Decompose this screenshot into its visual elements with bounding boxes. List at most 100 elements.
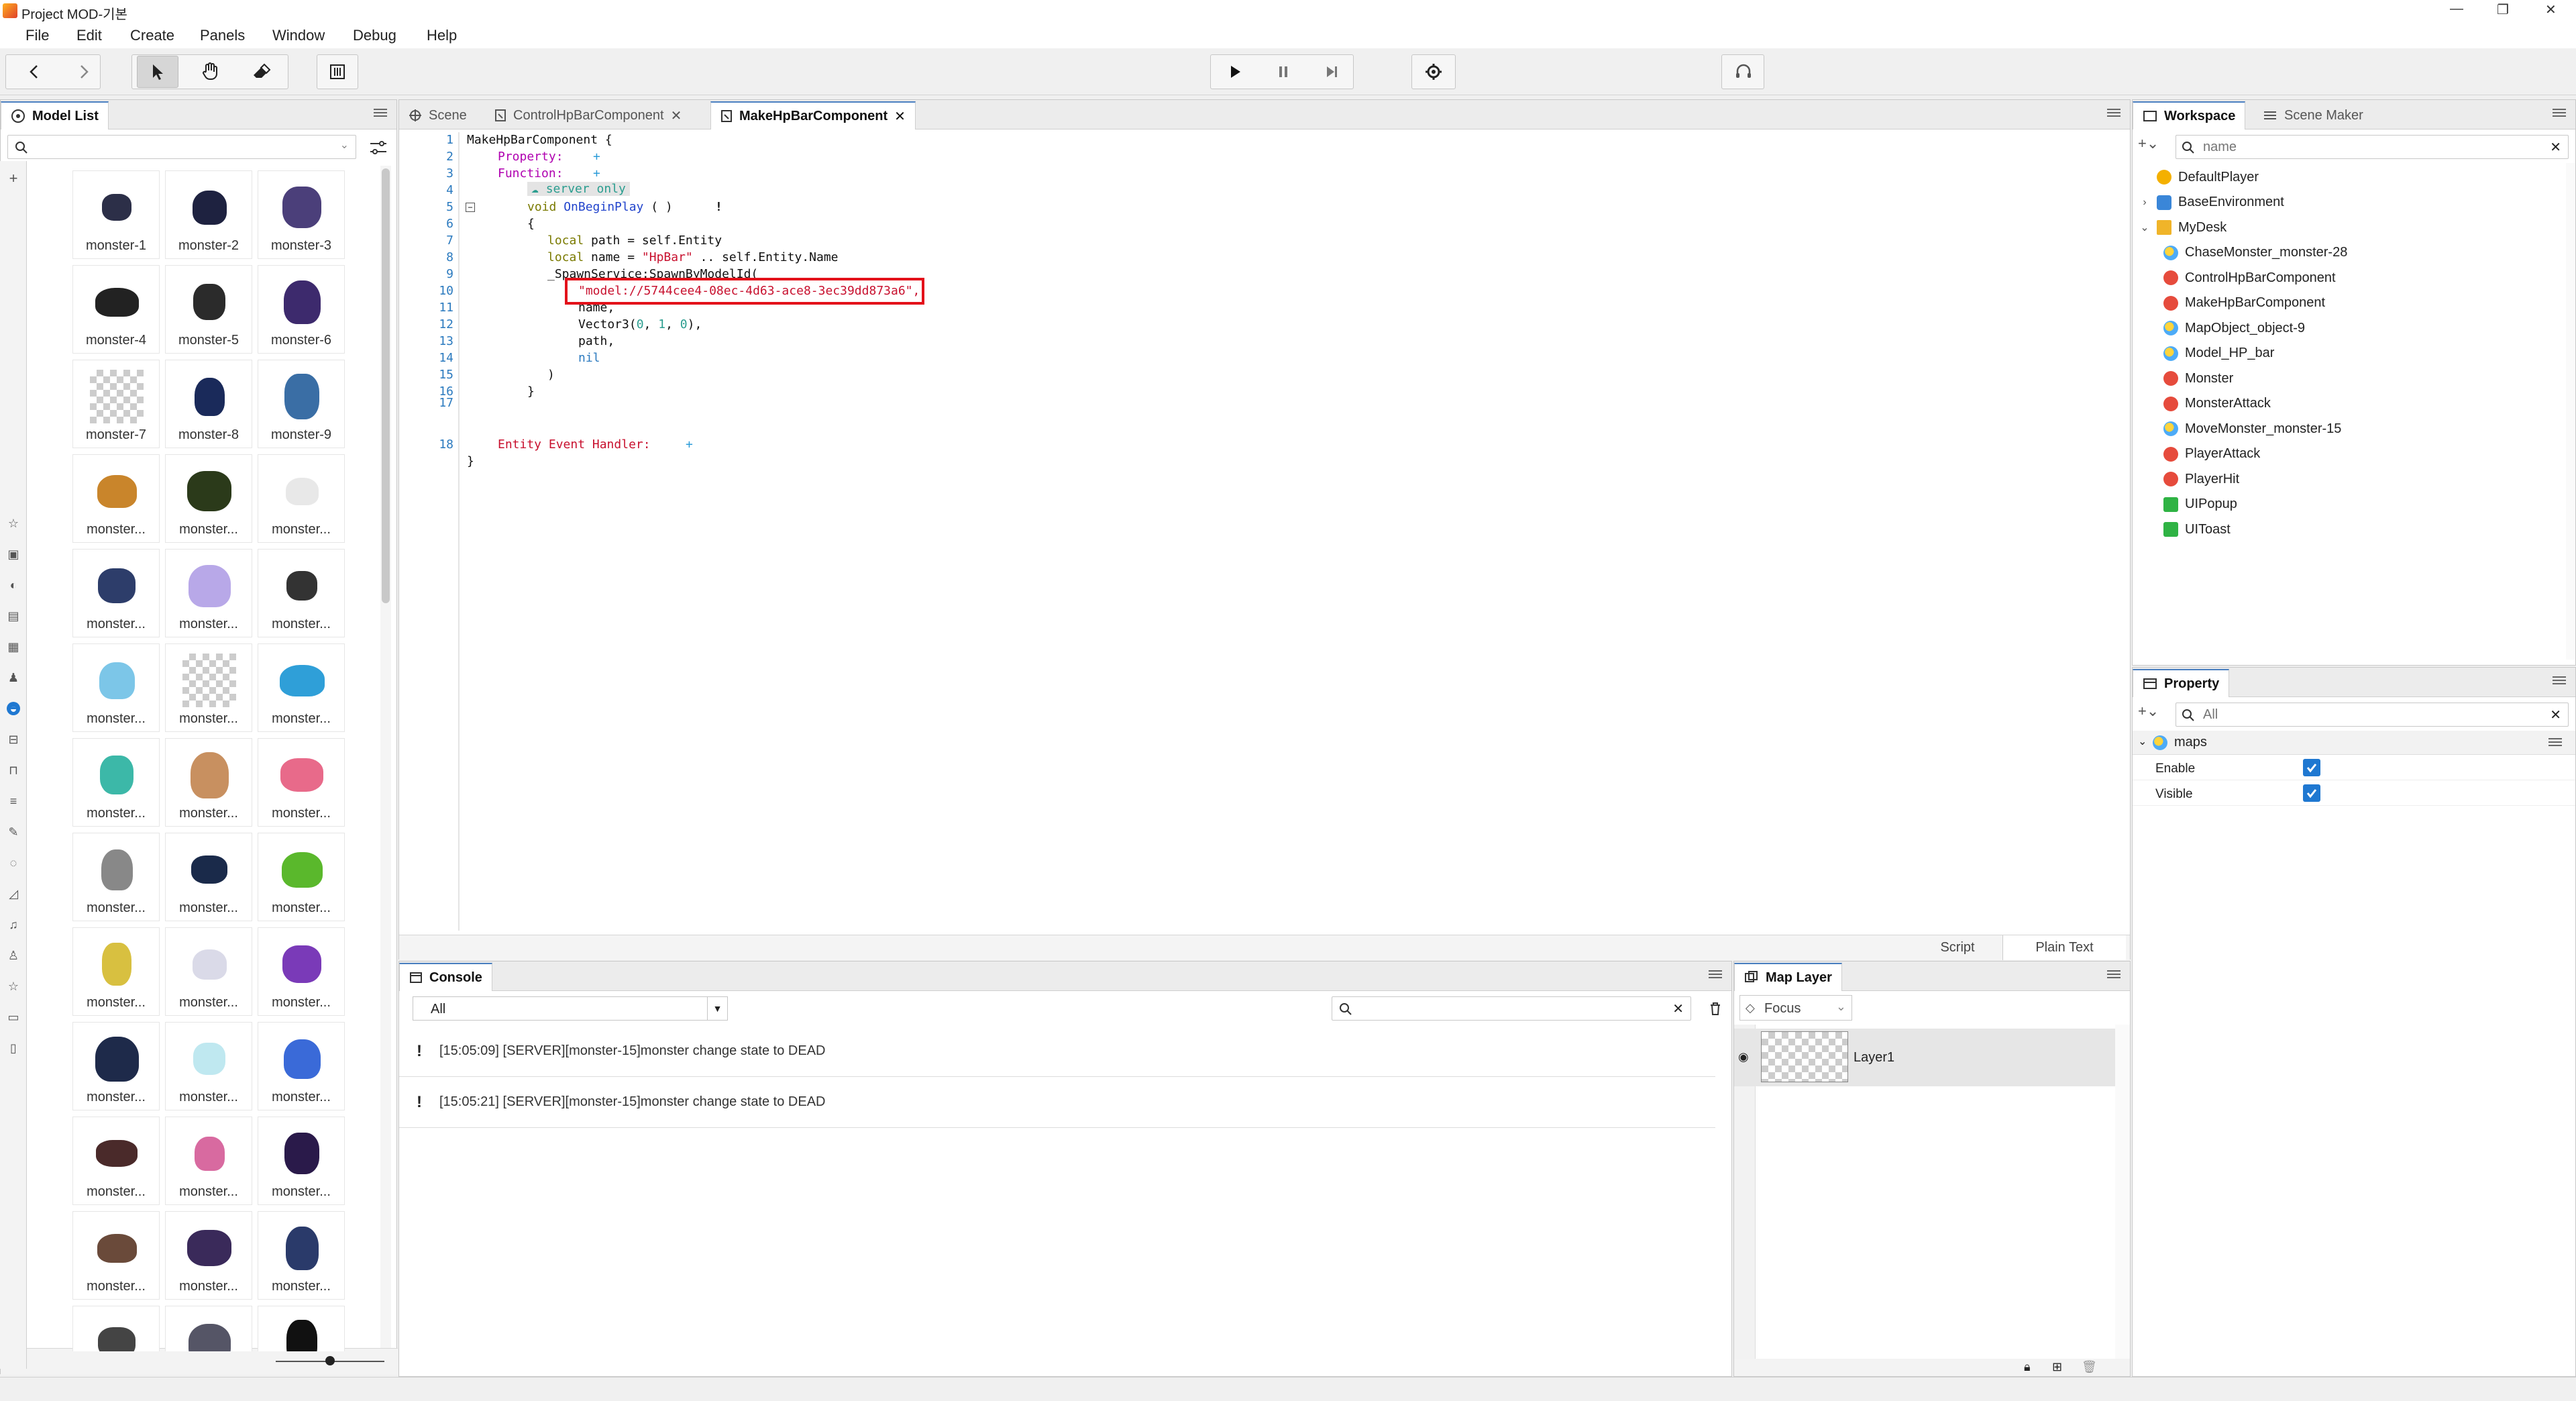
vehicle-icon[interactable]: ⊟	[7, 733, 20, 746]
model-item[interactable]: monster...	[165, 738, 252, 827]
select-tool-button[interactable]	[137, 56, 178, 88]
model-item[interactable]: monster...	[258, 833, 345, 921]
tab-controlhpbarcomponent[interactable]: ControlHpBarComponent ✕	[485, 101, 691, 129]
model-item[interactable]: monster...	[258, 1022, 345, 1110]
clear-search-icon[interactable]: ✕	[2550, 707, 2561, 723]
add-icon[interactable]: +	[7, 171, 20, 186]
model-search-box[interactable]: ⌄	[7, 135, 356, 159]
console-search-box[interactable]: ✕	[1332, 996, 1691, 1021]
console-search-input[interactable]	[1332, 997, 1690, 1020]
filter-settings-icon[interactable]	[368, 138, 388, 158]
model-item[interactable]: monster...	[165, 833, 252, 921]
add-event-handler-button[interactable]: +	[686, 437, 693, 452]
trash-icon[interactable]	[1707, 1000, 1723, 1017]
model-item[interactable]: monster...	[165, 1117, 252, 1205]
character-icon[interactable]: ♙	[7, 949, 20, 962]
tree-item[interactable]: MapObject_object-9	[2163, 317, 2305, 340]
add-layer-icon[interactable]: ⊞	[2052, 1360, 2062, 1374]
model-search-input[interactable]	[8, 136, 356, 158]
npc-icon[interactable]: ♟	[7, 671, 20, 684]
close-tab-icon[interactable]: ✕	[671, 107, 682, 124]
tree-item[interactable]: Monster	[2163, 367, 2233, 390]
add-component-button[interactable]: +⌄	[2138, 703, 2159, 720]
tab-makehpbarcomponent[interactable]: MakeHpBarComponent ✕	[710, 101, 916, 129]
property-search-input[interactable]	[2176, 703, 2568, 726]
tab-console[interactable]: Console	[399, 963, 492, 991]
forward-button[interactable]	[63, 56, 105, 88]
model-item[interactable]: monster...	[258, 643, 345, 732]
close-icon[interactable]: ✕	[2545, 1, 2557, 18]
add-property-button[interactable]: +	[593, 150, 600, 164]
tree-item[interactable]: ChaseMonster_monster-28	[2163, 242, 2347, 264]
script-mode-tab[interactable]: Script	[1917, 935, 1998, 960]
model-item[interactable]: monster...	[72, 454, 160, 543]
zoom-slider-handle[interactable]	[325, 1356, 335, 1365]
model-item[interactable]	[72, 1306, 160, 1351]
menu-help[interactable]: Help	[427, 27, 457, 44]
tab-property[interactable]: Property	[2133, 669, 2230, 697]
model-item[interactable]: monster...	[165, 1022, 252, 1110]
workspace-scrollbar[interactable]	[2566, 163, 2575, 660]
console-filter-select[interactable]: All ▼	[413, 996, 728, 1021]
editor-menu-icon[interactable]	[2107, 107, 2121, 120]
skill-icon[interactable]: ◿	[7, 887, 20, 900]
model-item[interactable]: monster-4	[72, 265, 160, 354]
model-item[interactable]: monster-1	[72, 170, 160, 259]
model-item[interactable]: monster...	[72, 833, 160, 921]
model-item[interactable]: monster...	[72, 1117, 160, 1205]
sound-icon[interactable]: ♫	[7, 918, 20, 931]
debug-button[interactable]	[1413, 56, 1454, 88]
step-button[interactable]	[1311, 56, 1352, 88]
image-icon[interactable]: ▣	[7, 548, 20, 561]
visible-checkbox[interactable]	[2303, 784, 2320, 802]
focus-select[interactable]: ◇ Focus ⌄	[1739, 995, 1852, 1021]
model-item[interactable]	[165, 1306, 252, 1351]
model-item[interactable]: monster...	[72, 738, 160, 827]
favorite-icon[interactable]: ☆	[7, 517, 20, 530]
item-icon[interactable]: ▭	[7, 1010, 20, 1024]
collaboration-button[interactable]	[1723, 56, 1764, 88]
menu-panels[interactable]: Panels	[200, 27, 245, 44]
property-menu-icon[interactable]	[2553, 674, 2566, 688]
tab-scene-maker[interactable]: Scene Maker	[2253, 101, 2373, 129]
model-item[interactable]: monster...	[72, 549, 160, 637]
model-item[interactable]: monster-7	[72, 360, 160, 448]
tab-map-layer[interactable]: Map Layer	[1734, 963, 1842, 991]
menu-create[interactable]: Create	[130, 27, 174, 44]
workspace-search-box[interactable]: ✕	[2176, 135, 2569, 159]
model-item[interactable]: monster...	[165, 1211, 252, 1300]
model-item[interactable]: monster...	[258, 1117, 345, 1205]
pause-button[interactable]	[1263, 56, 1304, 88]
add-entity-button[interactable]: +⌄	[2138, 135, 2159, 152]
play-button[interactable]	[1214, 56, 1256, 88]
code-area[interactable]: 1 MakeHpBarComponent { 2 Property: + 3 F…	[416, 132, 2127, 933]
group-menu-icon[interactable]	[2548, 736, 2562, 749]
tree-item[interactable]: Model_HP_bar	[2163, 342, 2274, 365]
tree-item[interactable]: ControlHpBarComponent	[2163, 266, 2336, 289]
hand-tool-button[interactable]	[189, 56, 231, 88]
tree-item[interactable]: DefaultPlayer	[2139, 166, 2259, 189]
model-item[interactable]: monster...	[258, 927, 345, 1016]
model-item[interactable]: monster...	[258, 1211, 345, 1300]
tree-item[interactable]: MakeHpBarComponent	[2163, 292, 2325, 315]
tab-scene[interactable]: Scene	[399, 101, 476, 129]
model-item[interactable]: monster...	[258, 549, 345, 637]
property-search-box[interactable]: ✕	[2176, 703, 2569, 727]
expand-toggle-icon[interactable]: ›	[2139, 197, 2150, 209]
menu-window[interactable]: Window	[272, 27, 325, 44]
model-item[interactable]: monster...	[165, 549, 252, 637]
model-item[interactable]: monster-8	[165, 360, 252, 448]
enable-checkbox[interactable]	[2303, 759, 2320, 776]
workspace-menu-icon[interactable]	[2553, 107, 2566, 120]
tree-item[interactable]: MoveMonster_monster-15	[2163, 417, 2341, 440]
model-id-string[interactable]: "model://5744cee4-08ec-4d63-ace8-3ec39dd…	[578, 284, 920, 298]
picture-icon[interactable]: ▤	[7, 609, 20, 623]
minimize-icon[interactable]: —	[2450, 1, 2463, 17]
chevron-down-icon[interactable]: ⌄	[1836, 1000, 1846, 1014]
tree-item[interactable]: MonsterAttack	[2163, 393, 2271, 415]
model-item[interactable]: monster...	[72, 1211, 160, 1300]
layer-row-layer1[interactable]: ◉ Layer1	[1734, 1029, 2115, 1086]
model-list-menu-icon[interactable]	[374, 107, 387, 120]
console-message[interactable]: ! [15:05:09] [SERVER][monster-15]monster…	[399, 1026, 1715, 1077]
back-button[interactable]	[13, 56, 55, 88]
